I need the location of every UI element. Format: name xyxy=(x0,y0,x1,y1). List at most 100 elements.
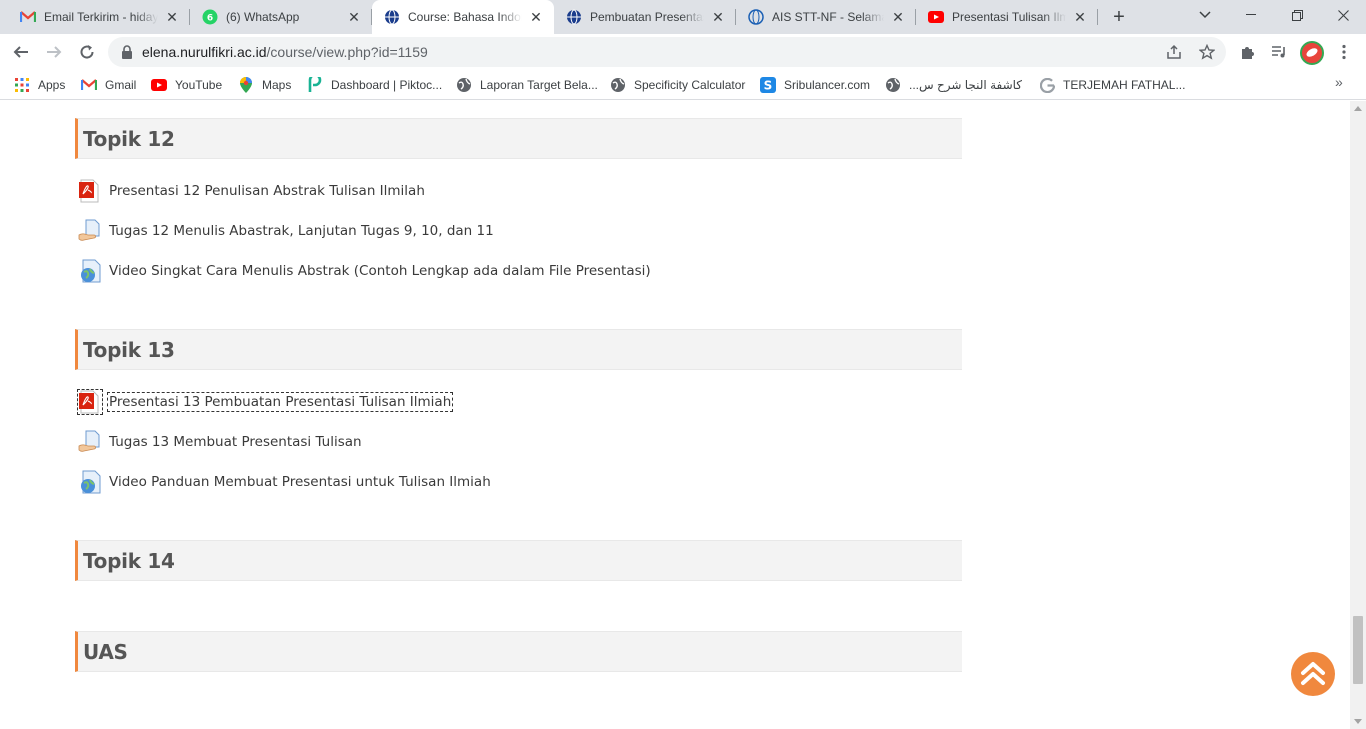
activity-link[interactable]: Video Panduan Membuat Presentasi untuk T… xyxy=(109,474,491,490)
restore-button[interactable] xyxy=(1274,0,1320,30)
tab-title: Email Terkirim - hidayat xyxy=(44,10,158,24)
url-icon xyxy=(78,259,102,283)
close-icon[interactable]: ✕ xyxy=(164,9,180,25)
gmail-icon xyxy=(81,77,97,93)
activity-pdf[interactable]: Presentasi 12 Penulisan Abstrak Tulisan … xyxy=(78,178,425,204)
bookmark-label: YouTube xyxy=(175,78,223,92)
scrollbar-thumb[interactable] xyxy=(1353,616,1363,684)
reload-button[interactable] xyxy=(72,37,102,67)
bookmark-star-icon[interactable] xyxy=(1198,43,1216,61)
tab-ais[interactable]: AIS STT-NF - Selamat ✕ xyxy=(736,0,916,34)
back-to-top-button[interactable] xyxy=(1291,652,1335,696)
activity-pdf-focused[interactable]: Presentasi 13 Pembuatan Presentasi Tulis… xyxy=(77,389,454,415)
bookmark-label: Laporan Target Bela... xyxy=(480,78,598,92)
page-viewport: Topik 12 Presentasi 12 Penulisan Abstrak… xyxy=(0,101,1350,729)
address-bar[interactable]: elena.nurulfikri.ac.id/course/view.php?i… xyxy=(108,37,1226,67)
globe-icon xyxy=(456,77,472,93)
bookmark-label: Apps xyxy=(38,78,66,92)
page-scrollbar[interactable] xyxy=(1350,101,1366,729)
activity-link[interactable]: Tugas 12 Menulis Abastrak, Lanjutan Tuga… xyxy=(109,223,494,239)
forward-button[interactable] xyxy=(39,37,69,67)
whatsapp-icon: 6 xyxy=(202,9,218,25)
bookmark-label: Specificity Calculator xyxy=(634,78,746,92)
tab-gmail[interactable]: Email Terkirim - hidayat ✕ xyxy=(8,0,190,34)
activity-assignment[interactable]: Tugas 12 Menulis Abastrak, Lanjutan Tuga… xyxy=(78,218,494,244)
sribulancer-icon: S xyxy=(760,77,776,93)
close-icon[interactable]: ✕ xyxy=(528,9,544,25)
gmail-icon xyxy=(20,9,36,25)
pdf-icon xyxy=(78,179,102,203)
tab-search-icon[interactable] xyxy=(1182,0,1228,30)
tab-strip: Email Terkirim - hidayat ✕ 6 (6) WhatsAp… xyxy=(0,0,1366,34)
globe-icon xyxy=(610,77,626,93)
arrow-left-icon xyxy=(13,46,28,58)
minimize-button[interactable] xyxy=(1228,0,1274,30)
tab-title: (6) WhatsApp xyxy=(226,10,300,24)
close-window-button[interactable] xyxy=(1320,0,1366,30)
activity-url[interactable]: Video Singkat Cara Menulis Abstrak (Cont… xyxy=(78,258,651,284)
bookmark-piktochart[interactable]: Dashboard | Piktoc... xyxy=(307,75,442,95)
scroll-down-arrow-icon[interactable] xyxy=(1354,719,1362,724)
profile-avatar[interactable] xyxy=(1300,41,1324,65)
svg-text:6: 6 xyxy=(207,14,213,24)
tab-title: Pembuatan Presentasi xyxy=(590,10,704,24)
bookmark-laporan[interactable]: Laporan Target Bela... xyxy=(456,75,598,95)
youtube-icon xyxy=(928,9,944,25)
arrow-right-icon xyxy=(47,46,62,58)
bookmarks-overflow-icon[interactable]: » xyxy=(1335,74,1343,90)
activity-link[interactable]: Tugas 13 Membuat Presentasi Tulisan xyxy=(109,434,362,450)
scroll-up-arrow-icon[interactable] xyxy=(1354,106,1362,111)
close-icon[interactable]: ✕ xyxy=(890,9,906,25)
tab-title: Course: Bahasa Indonesia xyxy=(408,10,522,24)
section-title: Topik 14 xyxy=(83,548,175,573)
bookmark-specificity[interactable]: Specificity Calculator xyxy=(610,75,745,95)
google-icon xyxy=(1039,77,1055,93)
close-icon[interactable]: ✕ xyxy=(346,9,362,25)
maps-pin-icon xyxy=(238,77,254,93)
close-icon[interactable]: ✕ xyxy=(710,9,726,25)
apps-grid-icon xyxy=(14,77,30,93)
browser-toolbar: elena.nurulfikri.ac.id/course/view.php?i… xyxy=(0,34,1366,70)
globe-icon xyxy=(885,77,901,93)
activity-link[interactable]: Presentasi 12 Penulisan Abstrak Tulisan … xyxy=(109,183,425,199)
section-header-topik-14: Topik 14 xyxy=(75,540,962,581)
media-queue-icon[interactable] xyxy=(1266,37,1292,67)
activity-assignment[interactable]: Tugas 13 Membuat Presentasi Tulisan xyxy=(78,429,362,455)
tab-whatsapp[interactable]: 6 (6) WhatsApp ✕ xyxy=(190,0,372,34)
section-title: Topik 13 xyxy=(83,337,175,362)
activity-url[interactable]: Video Panduan Membuat Presentasi untuk T… xyxy=(78,469,491,495)
bookmark-maps[interactable]: Maps xyxy=(238,75,291,95)
bookmark-label: TERJEMAH FATHAL... xyxy=(1063,78,1186,92)
url-icon xyxy=(78,470,102,494)
bookmark-terjemah[interactable]: TERJEMAH FATHAL... xyxy=(1039,75,1185,95)
bookmark-arabic[interactable]: كاشفة النجا شرح س... xyxy=(885,75,1022,95)
bookmark-youtube[interactable]: YouTube xyxy=(151,75,222,95)
ais-globe-icon xyxy=(748,9,764,25)
extensions-puzzle-icon[interactable] xyxy=(1235,37,1261,67)
url-domain: elena.nurulfikri.ac.id xyxy=(142,44,267,60)
moodle-globe-icon xyxy=(384,9,400,25)
tab-pembuatan[interactable]: Pembuatan Presentasi ✕ xyxy=(554,0,736,34)
pdf-icon xyxy=(77,389,103,415)
tab-course-active[interactable]: Course: Bahasa Indonesia ✕ xyxy=(372,0,554,34)
assignment-icon xyxy=(78,430,102,454)
activity-link[interactable]: Presentasi 13 Pembuatan Presentasi Tulis… xyxy=(106,392,454,412)
tab-youtube[interactable]: Presentasi Tulisan Ilmiah ✕ xyxy=(916,0,1098,34)
close-icon[interactable]: ✕ xyxy=(1072,9,1088,25)
activity-link[interactable]: Video Singkat Cara Menulis Abstrak (Cont… xyxy=(109,263,651,279)
bookmark-label: Sribulancer.com xyxy=(784,78,871,92)
section-header-topik-12: Topik 12 xyxy=(75,118,962,159)
back-button[interactable] xyxy=(6,37,36,67)
bookmark-sribulancer[interactable]: S Sribulancer.com xyxy=(760,75,870,95)
bookmark-apps[interactable]: Apps xyxy=(14,75,65,95)
more-menu-icon[interactable] xyxy=(1331,37,1357,67)
tab-title: AIS STT-NF - Selamat xyxy=(772,10,884,24)
bookmark-gmail[interactable]: Gmail xyxy=(81,75,136,95)
svg-text:S: S xyxy=(764,79,773,93)
lock-icon xyxy=(122,45,132,59)
share-icon[interactable] xyxy=(1165,43,1183,61)
youtube-icon xyxy=(151,77,167,93)
url-text: elena.nurulfikri.ac.id/course/view.php?i… xyxy=(142,44,428,60)
section-title: UAS xyxy=(83,639,128,664)
new-tab-button[interactable]: + xyxy=(1108,6,1130,28)
